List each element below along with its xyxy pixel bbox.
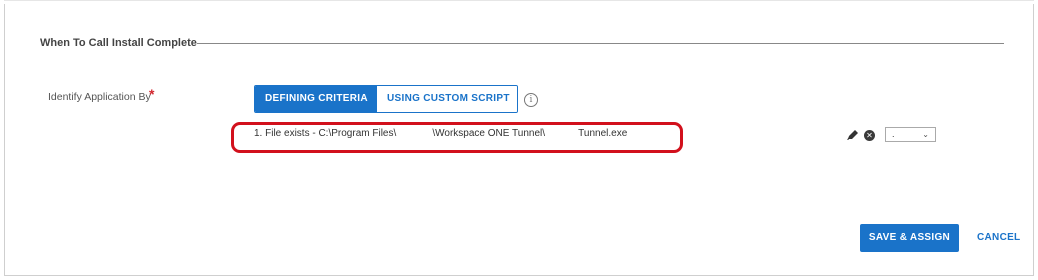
section-divider [197,43,1004,44]
pencil-icon[interactable] [846,129,860,141]
remove-icon[interactable]: ✕ [864,130,875,141]
using-custom-script-button[interactable]: USING CUSTOM SCRIPT [377,86,517,112]
info-icon[interactable]: i [524,93,538,107]
required-indicator: * [149,86,155,102]
cancel-button[interactable]: CANCEL [977,232,1020,243]
identify-application-label: Identify Application By [48,91,151,103]
save-assign-button[interactable]: SAVE & ASSIGN [860,224,959,252]
chevron-down-icon: ⌄ [922,130,929,139]
top-border [4,0,1034,1]
criteria-item: 1. File exists - C:\Program Files\ \Work… [254,128,628,139]
logic-operator-select[interactable]: . ⌄ [885,127,936,142]
select-value: . [892,129,895,139]
defining-criteria-button[interactable]: DEFINING CRITERIA [255,86,377,112]
identify-method-toggle: DEFINING CRITERIA USING CUSTOM SCRIPT [254,85,518,113]
section-title: When To Call Install Complete [40,37,197,49]
